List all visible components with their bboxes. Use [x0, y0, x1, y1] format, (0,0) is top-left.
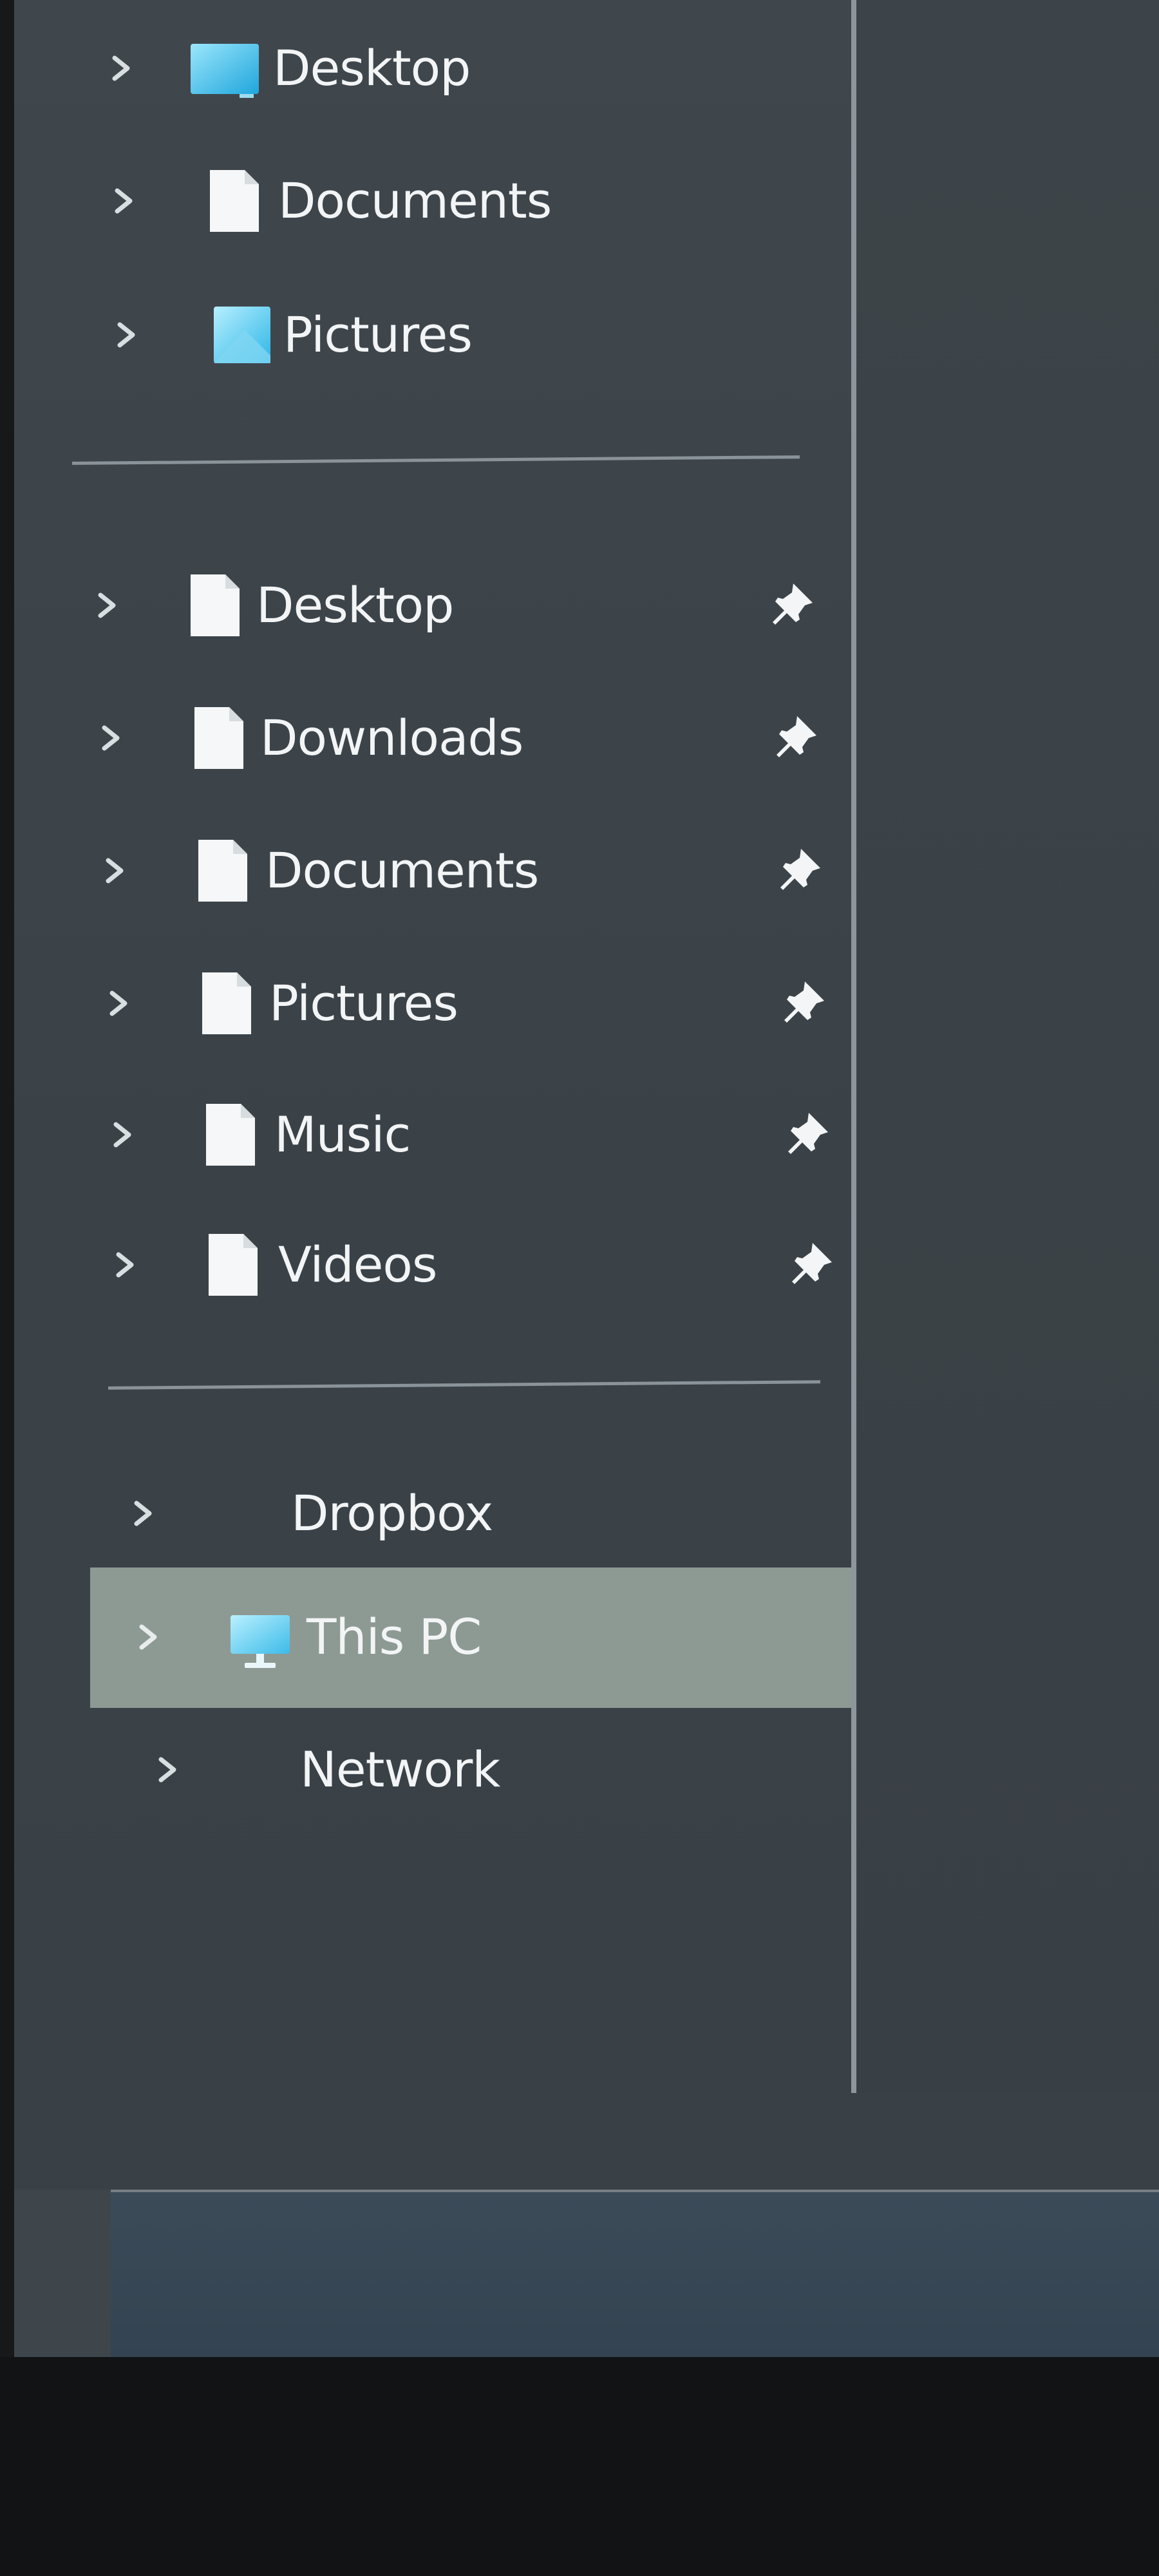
- status-bar: [14, 2093, 1159, 2190]
- content-pane[interactable]: [856, 0, 1159, 2093]
- taskbar[interactable]: [111, 2192, 1159, 2357]
- chevron-right-icon[interactable]: [107, 989, 130, 1018]
- nav-item-label: Dropbox: [291, 1484, 493, 1542]
- monitor-icon: [231, 1615, 290, 1668]
- chevron-right-icon[interactable]: [103, 857, 126, 885]
- quick-access-item-pictures[interactable]: Pictures: [14, 939, 845, 1068]
- quick-access-item-videos[interactable]: Videos: [14, 1200, 845, 1329]
- folder-icon: [209, 1234, 258, 1296]
- chevron-right-icon[interactable]: [113, 1251, 137, 1279]
- nav-item-this-pc[interactable]: This PC: [90, 1567, 851, 1708]
- quick-access-item-music[interactable]: Music: [14, 1070, 845, 1199]
- chevron-right-icon[interactable]: [115, 321, 138, 349]
- monitor-bezel-bottom: [0, 2357, 1159, 2576]
- quick-access-item-downloads[interactable]: Downloads: [14, 674, 845, 802]
- folder-icon: [206, 1104, 255, 1166]
- folder-icon: [202, 972, 251, 1034]
- chevron-right-icon[interactable]: [111, 1121, 134, 1149]
- chevron-right-icon[interactable]: [109, 54, 133, 82]
- pane-splitter[interactable]: [851, 0, 856, 2093]
- folder-icon: [194, 707, 243, 769]
- folder-icon: [198, 840, 247, 902]
- nav-item-label: Network: [300, 1741, 500, 1798]
- pictures-folder-icon: [214, 307, 270, 363]
- pin-icon[interactable]: [771, 712, 820, 761]
- pin-icon[interactable]: [775, 845, 824, 894]
- nav-item-label: Music: [274, 1106, 411, 1163]
- nav-item-label: Downloads: [260, 709, 523, 766]
- nav-item-label: Desktop: [273, 39, 471, 97]
- pin-icon[interactable]: [768, 580, 816, 629]
- chevron-right-icon[interactable]: [99, 724, 122, 752]
- chevron-right-icon[interactable]: [156, 1756, 179, 1784]
- chevron-right-icon[interactable]: [95, 591, 118, 620]
- navigation-pane[interactable]: Desktop Documents Pictures Desktop Downl…: [14, 0, 851, 2093]
- quick-access-item-documents[interactable]: Documents: [14, 806, 845, 935]
- nav-item-label: Pictures: [269, 974, 458, 1032]
- nav-item-label: Documents: [265, 842, 539, 899]
- nav-item-label: This PC: [306, 1608, 482, 1665]
- chevron-right-icon[interactable]: [112, 187, 135, 215]
- nav-item-label: Pictures: [283, 306, 473, 363]
- pin-icon[interactable]: [779, 978, 828, 1027]
- section-divider: [108, 1380, 821, 1390]
- documents-folder-icon: [210, 170, 259, 232]
- nav-item-label: Documents: [278, 172, 552, 229]
- quick-access-item-desktop[interactable]: Desktop: [14, 541, 845, 670]
- nav-item-desktop[interactable]: Desktop: [14, 4, 845, 133]
- nav-item-label: Videos: [278, 1236, 438, 1293]
- nav-item-pictures[interactable]: Pictures: [14, 270, 845, 399]
- chevron-right-icon[interactable]: [137, 1623, 160, 1651]
- nav-item-dropbox[interactable]: Dropbox: [14, 1449, 845, 1578]
- nav-item-documents[interactable]: Documents: [14, 137, 845, 265]
- folder-icon: [191, 574, 240, 636]
- desktop-folder-icon: [191, 44, 259, 98]
- section-divider: [71, 455, 800, 465]
- nav-item-network[interactable]: Network: [14, 1705, 845, 1834]
- file-explorer-window: Desktop Documents Pictures Desktop Downl…: [14, 0, 1159, 2357]
- nav-item-label: Desktop: [256, 576, 454, 634]
- chevron-right-icon[interactable]: [131, 1499, 155, 1528]
- pin-icon[interactable]: [787, 1239, 836, 1288]
- pin-icon[interactable]: [783, 1109, 832, 1158]
